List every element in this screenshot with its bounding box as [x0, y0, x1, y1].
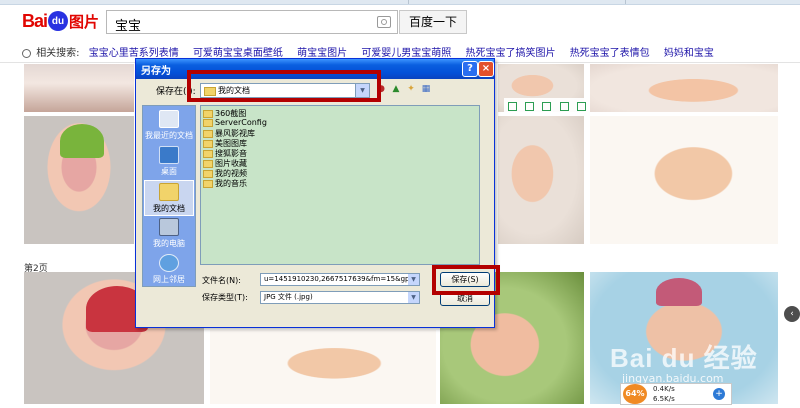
folder-icon: [203, 159, 213, 168]
search-button[interactable]: 百度一下: [399, 10, 467, 34]
places-item-recent[interactable]: 我最近的文档: [144, 108, 194, 144]
my-documents-icon: [159, 183, 179, 201]
image-thumbnail[interactable]: [590, 64, 778, 112]
filename-label: 文件名(N):: [202, 276, 241, 285]
download-speed: 6.5K/s: [653, 395, 675, 403]
new-folder-icon[interactable]: ✦: [406, 84, 416, 94]
help-icon[interactable]: ?: [462, 61, 478, 77]
logo-bai-text: Bai: [22, 10, 48, 31]
folder-item[interactable]: 搜狐影音: [203, 148, 247, 158]
chevron-down-icon[interactable]: ▼: [408, 274, 419, 285]
boost-icon[interactable]: +: [713, 388, 725, 400]
dialog-nav-toolbar: ● ▲ ✦ ▦: [376, 84, 431, 94]
share-icon[interactable]: [559, 101, 569, 111]
save-icon[interactable]: [542, 101, 552, 111]
related-label: 相关搜索:: [36, 48, 80, 59]
watermark-logo: Bai du 经验: [610, 343, 758, 373]
folder-item[interactable]: 我的视频: [203, 168, 247, 178]
filetype-value: JPG 文件 (.jpg): [264, 293, 313, 301]
places-label: 我最近的文档: [145, 131, 193, 140]
close-icon[interactable]: ×: [478, 61, 494, 77]
filename-field[interactable]: u=1451910230,2667517639&fm=15&gp=0 ▼: [260, 273, 420, 286]
filetype-label: 保存类型(T):: [202, 293, 248, 302]
browser-tab-strip: [0, 0, 800, 5]
recent-docs-icon: [159, 110, 179, 128]
network-speed-widget[interactable]: 64% 0.4K/s 6.5K/s +: [620, 383, 732, 405]
image-thumbnail[interactable]: [590, 116, 778, 244]
folder-item[interactable]: ServerConfig: [203, 118, 267, 128]
folder-icon: [203, 109, 213, 118]
places-label: 网上邻居: [153, 275, 185, 284]
upload-speed: 0.4K/s: [653, 385, 675, 393]
related-link[interactable]: 妈妈和宝宝: [664, 48, 714, 59]
network-icon: [159, 254, 179, 272]
folder-icon: [203, 179, 213, 188]
folder-item[interactable]: 美图图库: [203, 138, 247, 148]
highlight-box: [187, 70, 381, 102]
image-hover-toolbar: [504, 98, 590, 114]
settings-icon[interactable]: [576, 101, 586, 111]
filetype-select[interactable]: JPG 文件 (.jpg) ▼: [260, 291, 420, 304]
folder-item[interactable]: 暴风影视库: [203, 128, 255, 138]
folder-item[interactable]: 我的音乐: [203, 178, 247, 188]
folder-icon: [203, 118, 213, 127]
camera-icon[interactable]: [377, 16, 391, 28]
related-link[interactable]: 热死宝宝了表情包: [570, 48, 650, 59]
folder-icon: [203, 169, 213, 178]
dialog-title: 另存为: [141, 66, 171, 77]
image-thumbnail[interactable]: [210, 330, 436, 404]
filename-value: u=1451910230,2667517639&fm=15&gp=0: [264, 275, 420, 283]
image-thumbnail[interactable]: [24, 64, 134, 112]
image-thumbnail[interactable]: [24, 116, 134, 244]
up-folder-icon[interactable]: ▲: [391, 84, 401, 94]
folder-item[interactable]: 360截图: [203, 108, 246, 118]
related-searches: 相关搜索: 宝宝心里苦系列表情 可爱萌宝宝桌面壁纸 萌宝宝图片 可爱婴儿男宝宝萌…: [22, 44, 782, 59]
speed-percent: 64%: [623, 384, 647, 404]
search-icon: [22, 48, 31, 58]
folder-item[interactable]: 图片收藏: [203, 158, 247, 168]
places-label: 桌面: [161, 167, 177, 176]
logo-pic-text: 图片: [69, 12, 100, 31]
places-label: 我的电脑: [153, 239, 185, 248]
tab-divider: [625, 0, 626, 4]
highlight-box: [432, 265, 500, 295]
my-computer-icon: [159, 218, 179, 236]
places-item-my-computer[interactable]: 我的电脑: [144, 216, 194, 252]
places-bar: 我最近的文档 桌面 我的文档 我的电脑 网上邻居: [142, 105, 196, 287]
desktop-icon: [159, 146, 179, 164]
scroll-arrow-icon[interactable]: ‹: [784, 306, 800, 322]
places-item-desktop[interactable]: 桌面: [144, 144, 194, 180]
folder-icon: [203, 129, 213, 138]
tab-divider: [408, 0, 409, 4]
baidu-image-logo[interactable]: Bai du 图片: [22, 10, 99, 32]
view-menu-icon[interactable]: ▦: [421, 84, 431, 94]
paw-icon: du: [48, 11, 69, 31]
chevron-down-icon[interactable]: ▼: [408, 292, 419, 303]
folder-icon: [203, 149, 213, 158]
zoom-icon[interactable]: [508, 101, 518, 111]
file-list[interactable]: 360截图 ServerConfig 暴风影视库 美图图库 搜狐影音 图片收藏 …: [200, 105, 480, 265]
search-input[interactable]: 宝宝: [106, 10, 398, 34]
places-label: 我的文档: [153, 204, 185, 213]
download-icon[interactable]: [525, 101, 535, 111]
folder-icon: [203, 139, 213, 148]
places-item-network[interactable]: 网上邻居: [144, 252, 194, 288]
search-value: 宝宝: [115, 19, 142, 34]
image-thumbnail[interactable]: [498, 116, 584, 244]
places-item-my-documents[interactable]: 我的文档: [144, 180, 194, 216]
